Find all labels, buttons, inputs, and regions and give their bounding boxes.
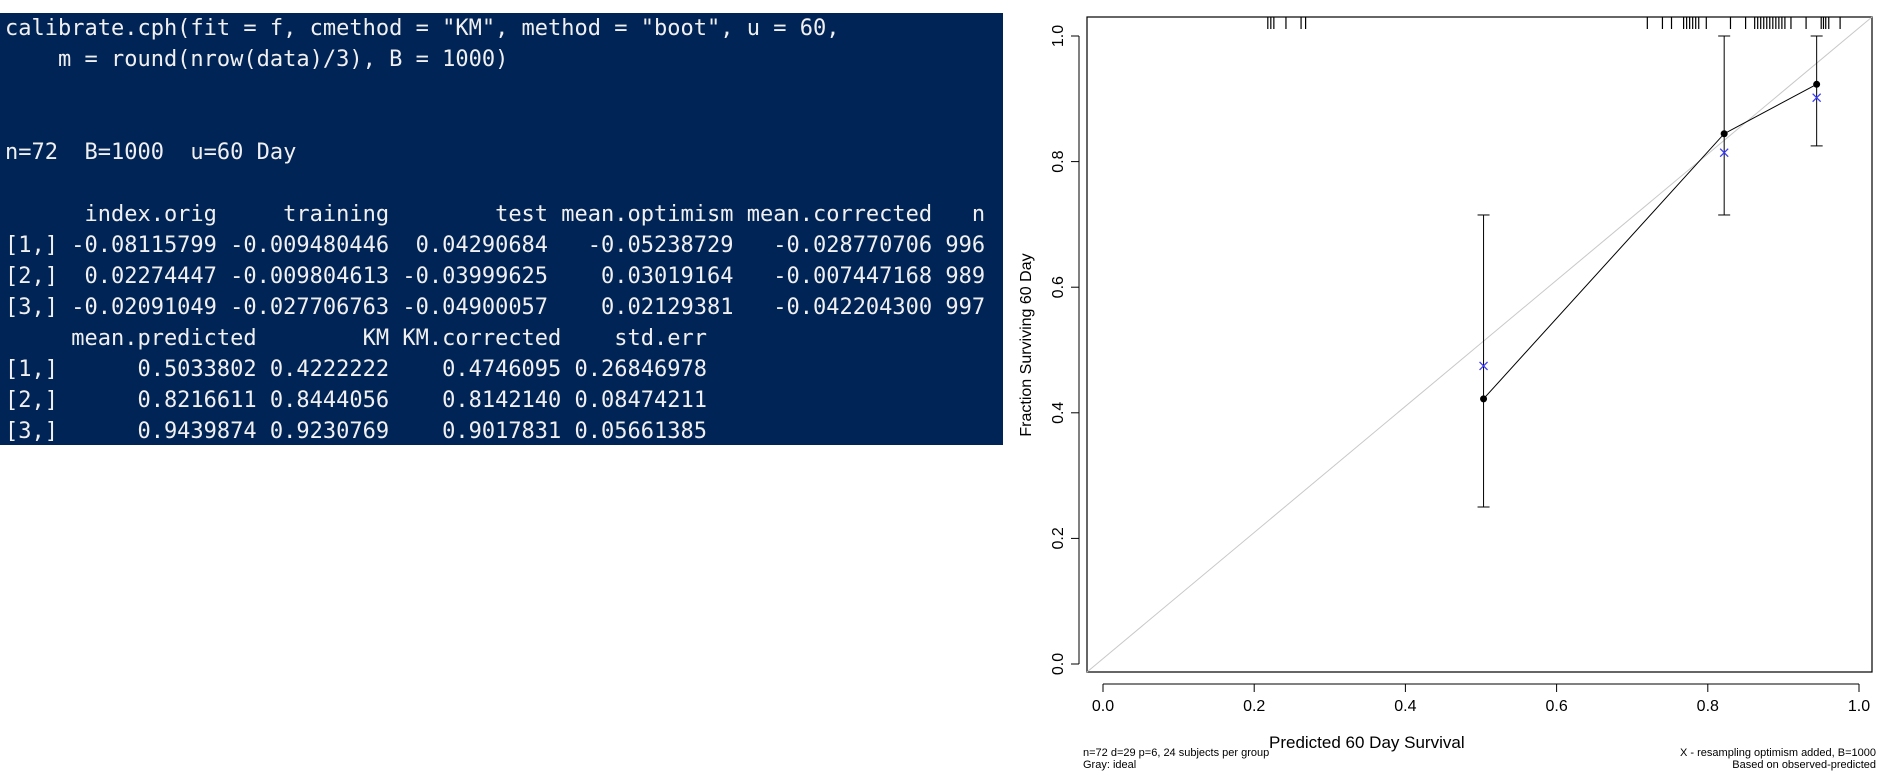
footnote-right-1: X - resampling optimism added, B=1000 xyxy=(1680,747,1876,759)
footnote-right-2: Based on observed-predicted xyxy=(1732,759,1876,771)
x-tick-label: 0.2 xyxy=(1243,698,1265,715)
y-tick-label: 0.4 xyxy=(1050,402,1067,424)
console-line: index.orig training test mean.optimism m… xyxy=(5,202,986,227)
x-tick-label: 1.0 xyxy=(1848,698,1870,715)
console-line: m = round(nrow(data)/3), B = 1000) xyxy=(5,47,509,72)
ideal-diagonal-line xyxy=(1086,16,1873,673)
y-tick-label: 0.2 xyxy=(1050,527,1067,549)
console-line: [2,] 0.02274447 -0.009804613 -0.03999625… xyxy=(5,264,986,289)
x-axis: 0.0 0.2 0.4 0.6 0.8 1.0 xyxy=(1092,683,1870,715)
r-console-output: calibrate.cph(fit = f, cmethod = "KM", m… xyxy=(0,13,1003,445)
ideal-line xyxy=(1086,16,1873,673)
calibration-plot: 0.0 0.2 0.4 0.6 0.8 1.0 0.0 0.2 0.4 0.6 0.8 1.0 Pr… xyxy=(1018,16,1876,771)
console-line: [3,] -0.02091049 -0.027706763 -0.0490005… xyxy=(5,295,986,320)
console-text: calibrate.cph(fit = f, cmethod = "KM", m… xyxy=(0,13,1003,445)
y-axis-title: Fraction Surviving 60 Day xyxy=(1018,253,1035,436)
console-line: [3,] 0.9439874 0.9230769 0.9017831 0.056… xyxy=(5,419,707,444)
footnote-left-1: n=72 d=29 p=6, 24 subjects per group xyxy=(1083,747,1269,759)
x-axis-title: Predicted 60 Day Survival xyxy=(1269,733,1465,752)
corrected-series xyxy=(1479,93,1822,371)
observed-point xyxy=(1813,80,1821,88)
console-line: n=72 B=1000 u=60 Day xyxy=(5,140,297,165)
x-tick-label: 0.0 xyxy=(1092,698,1114,715)
x-tick-label: 0.4 xyxy=(1394,698,1416,715)
console-line: [2,] 0.8216611 0.8444056 0.8142140 0.084… xyxy=(5,388,707,413)
y-tick-label: 1.0 xyxy=(1050,25,1067,47)
observed-point xyxy=(1720,130,1728,138)
x-tick-label: 0.8 xyxy=(1697,698,1719,715)
observed-series xyxy=(1477,35,1823,508)
rug-marks xyxy=(1267,17,1841,29)
console-line: mean.predicted KM KM.corrected std.err xyxy=(5,326,707,351)
observed-line xyxy=(1483,83,1817,400)
y-tick-label: 0.0 xyxy=(1050,653,1067,675)
footnote-left-2: Gray: ideal xyxy=(1083,759,1136,771)
console-line: [1,] 0.5033802 0.4222222 0.4746095 0.268… xyxy=(5,357,707,382)
y-tick-label: 0.8 xyxy=(1050,150,1067,172)
y-tick-label: 0.6 xyxy=(1050,276,1067,298)
console-line: calibrate.cph(fit = f, cmethod = "KM", m… xyxy=(5,16,840,41)
x-tick-label: 0.6 xyxy=(1545,698,1567,715)
observed-point xyxy=(1480,395,1488,403)
console-line: [1,] -0.08115799 -0.009480446 0.04290684… xyxy=(5,233,986,258)
y-axis: 0.0 0.2 0.4 0.6 0.8 1.0 xyxy=(1050,25,1080,675)
